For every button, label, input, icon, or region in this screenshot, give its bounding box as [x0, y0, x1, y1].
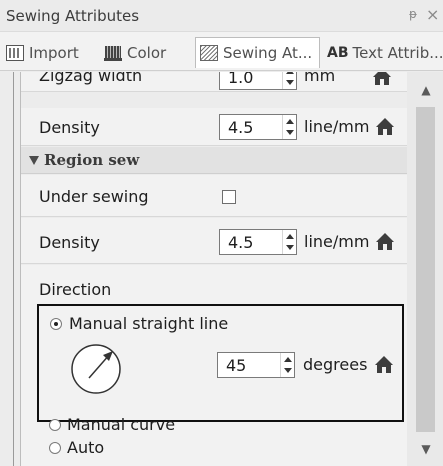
- scroll-thumb[interactable]: [416, 107, 435, 432]
- attributes-content: Zigzag width 1.0 mm Density 4.5 line/mm: [0, 72, 443, 466]
- density-value: 4.5: [228, 118, 254, 137]
- region-density-value: 4.5: [228, 233, 254, 252]
- manual-curve-label: Manual curve: [67, 415, 176, 434]
- manual-straight-line-radio[interactable]: [50, 318, 62, 330]
- tab-color[interactable]: Color: [102, 37, 192, 68]
- spin-arrows-icon[interactable]: [282, 72, 296, 89]
- region-sew-title: Region sew: [44, 151, 140, 169]
- density-row: Density 4.5 line/mm: [21, 108, 407, 146]
- tab-text-attributes[interactable]: AB Text Attrib...: [323, 37, 443, 68]
- zigzag-width-label: Zigzag width: [39, 72, 143, 85]
- region-sew-section-header[interactable]: Region sew: [21, 147, 407, 174]
- auto-radio[interactable]: [49, 442, 61, 454]
- angle-unit: degrees: [303, 355, 368, 374]
- default-home-icon[interactable]: [376, 233, 394, 250]
- text-attributes-icon: AB: [327, 44, 349, 61]
- manual-straight-line-label: Manual straight line: [69, 314, 229, 333]
- tab-bar: Import Color Sewing At... AB Text Attrib…: [0, 32, 443, 71]
- close-icon[interactable]: ×: [426, 5, 439, 24]
- region-density-row: Density 4.5 line/mm: [21, 218, 407, 264]
- sewing-icon: [200, 45, 218, 61]
- region-density-unit: line/mm: [304, 232, 370, 251]
- density-stepper[interactable]: 4.5: [219, 114, 297, 140]
- tab-sewing-attributes[interactable]: Sewing At...: [195, 37, 320, 68]
- default-home-icon[interactable]: [373, 72, 391, 85]
- under-sewing-checkbox[interactable]: [222, 190, 236, 204]
- panel-titlebar: Sewing Attributes ᵽ ×: [0, 0, 443, 32]
- sewing-attributes-panel: Sewing Attributes ᵽ × Import Color Sewin…: [0, 0, 443, 466]
- tree-guide-line: [13, 72, 14, 466]
- default-home-icon[interactable]: [376, 118, 394, 135]
- density-unit: line/mm: [304, 117, 370, 136]
- tab-import-label: Import: [29, 43, 79, 62]
- tab-text-label: Text Attrib...: [352, 43, 443, 62]
- scroll-up-icon[interactable]: ▲: [421, 83, 430, 97]
- tab-sewing-label: Sewing At...: [223, 44, 313, 62]
- tab-color-label: Color: [127, 43, 167, 62]
- spin-arrows-icon[interactable]: [282, 230, 296, 254]
- direction-dial[interactable]: [69, 342, 129, 394]
- under-sewing-label: Under sewing: [39, 187, 149, 206]
- pin-icon[interactable]: ᵽ: [409, 7, 417, 21]
- spin-arrows-icon[interactable]: [280, 353, 294, 377]
- angle-value: 45: [226, 356, 247, 375]
- zigzag-width-row: Zigzag width 1.0 mm: [21, 72, 407, 92]
- tab-import[interactable]: Import: [4, 37, 100, 68]
- under-sewing-row: Under sewing: [21, 175, 407, 217]
- zigzag-width-value: 1.0: [228, 72, 254, 87]
- default-home-icon[interactable]: [375, 356, 393, 373]
- zigzag-width-stepper[interactable]: 1.0: [219, 72, 297, 90]
- scroll-down-icon[interactable]: ▼: [421, 442, 430, 456]
- spin-arrows-icon[interactable]: [282, 115, 296, 139]
- auto-label: Auto: [67, 438, 105, 457]
- manual-curve-radio[interactable]: [49, 419, 61, 431]
- angle-stepper[interactable]: 45: [217, 352, 295, 378]
- density-label: Density: [39, 118, 100, 137]
- vertical-scrollbar[interactable]: ▲ ▼: [407, 72, 443, 466]
- collapse-triangle-icon[interactable]: [29, 156, 39, 165]
- zigzag-width-unit: mm: [304, 72, 336, 85]
- import-icon: [6, 44, 24, 61]
- region-density-stepper[interactable]: 4.5: [219, 229, 297, 255]
- color-icon: [104, 45, 122, 61]
- panel-title: Sewing Attributes: [6, 7, 140, 25]
- region-density-label: Density: [39, 233, 100, 252]
- manual-straight-line-group: Manual straight line 45 degrees: [37, 304, 404, 422]
- direction-label: Direction: [39, 280, 112, 299]
